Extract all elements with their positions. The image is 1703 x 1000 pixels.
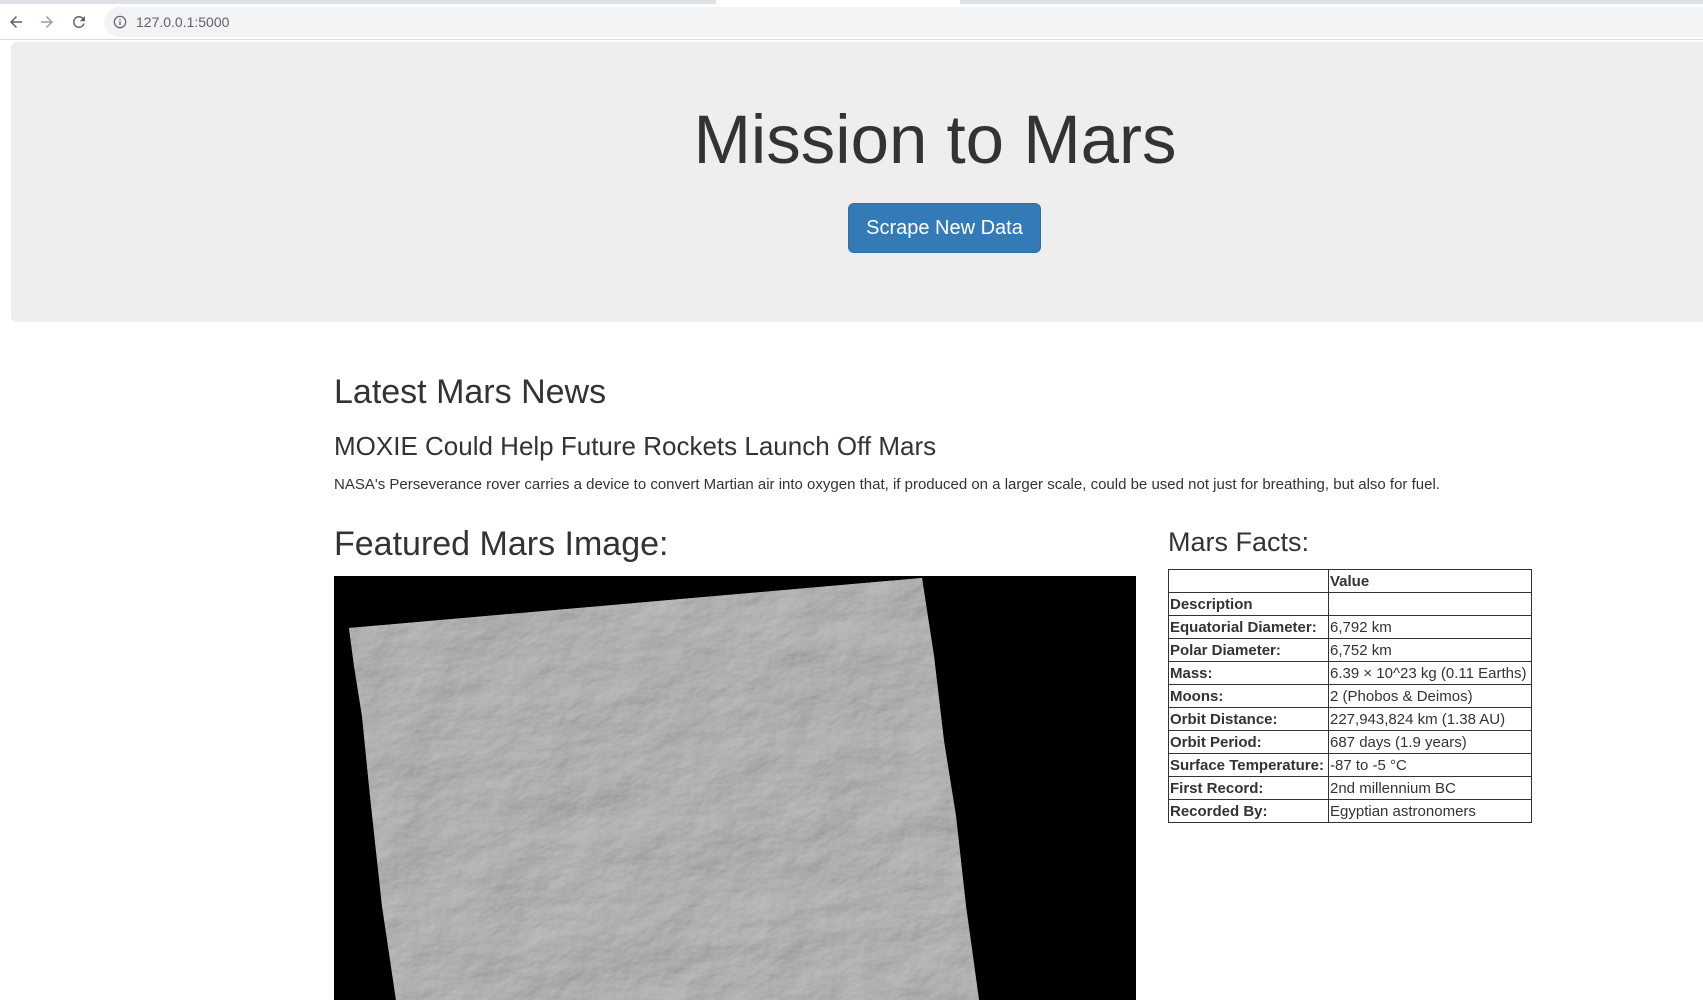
table-row: Equatorial Diameter: 6,792 km <box>1168 615 1532 639</box>
active-tab[interactable] <box>716 0 960 4</box>
latest-news-heading: Latest Mars News <box>334 373 607 411</box>
fact-value: Egyptian astronomers <box>1328 799 1532 823</box>
featured-image-heading: Featured Mars Image: <box>334 525 669 563</box>
back-arrow-icon[interactable] <box>4 10 28 34</box>
table-row: Polar Diameter: 6,752 km <box>1168 638 1532 662</box>
fact-value: 6,792 km <box>1328 615 1532 639</box>
browser-toolbar: 127.0.0.1:5000 <box>0 0 1703 40</box>
url-text: 127.0.0.1:5000 <box>136 14 230 30</box>
page-title: Mission to Mars <box>693 101 1177 178</box>
scrape-new-data-button[interactable]: Scrape New Data <box>848 203 1041 253</box>
table-row: Orbit Period: 687 days (1.9 years) <box>1168 730 1532 754</box>
table-row: Description <box>1168 592 1532 616</box>
table-row: Moons: 2 (Phobos & Deimos) <box>1168 684 1532 708</box>
table-header-cell: Value <box>1328 569 1532 593</box>
fact-value: 6,752 km <box>1328 638 1532 662</box>
fact-label: Surface Temperature: <box>1168 753 1329 777</box>
table-row: Orbit Distance: 227,943,824 km (1.38 AU) <box>1168 707 1532 731</box>
table-header-cell <box>1168 569 1329 593</box>
fact-label: Polar Diameter: <box>1168 638 1329 662</box>
mars-facts-heading: Mars Facts: <box>1168 527 1310 557</box>
table-row: Surface Temperature: -87 to -5 °C <box>1168 753 1532 777</box>
table-header-row: Value <box>1168 569 1532 593</box>
fact-value: 2 (Phobos & Deimos) <box>1328 684 1532 708</box>
featured-mars-image <box>334 576 1136 1000</box>
fact-value: 6.39 × 10^23 kg (0.11 Earths) <box>1328 661 1532 685</box>
news-paragraph: NASA's Perseverance rover carries a devi… <box>334 476 1440 493</box>
fact-label: Moons: <box>1168 684 1329 708</box>
fact-label: Recorded By: <box>1168 799 1329 823</box>
fact-label: First Record: <box>1168 776 1329 800</box>
info-icon[interactable] <box>112 14 128 30</box>
mars-facts-table: Value Description Equatorial Diameter: 6… <box>1168 569 1532 823</box>
table-row: First Record: 2nd millennium BC <box>1168 776 1532 800</box>
table-row: Mass: 6.39 × 10^23 kg (0.11 Earths) <box>1168 661 1532 685</box>
fact-label: Mass: <box>1168 661 1329 685</box>
fact-value <box>1328 592 1532 616</box>
tab-strip <box>0 0 1703 4</box>
reload-icon[interactable] <box>67 10 91 34</box>
fact-label: Orbit Distance: <box>1168 707 1329 731</box>
fact-label: Orbit Period: <box>1168 730 1329 754</box>
fact-value: 227,943,824 km (1.38 AU) <box>1328 707 1532 731</box>
table-row: Recorded By: Egyptian astronomers <box>1168 799 1532 823</box>
fact-label: Equatorial Diameter: <box>1168 615 1329 639</box>
address-bar[interactable]: 127.0.0.1:5000 <box>104 7 1703 37</box>
fact-label: Description <box>1168 592 1329 616</box>
fact-value: 2nd millennium BC <box>1328 776 1532 800</box>
fact-value: -87 to -5 °C <box>1328 753 1532 777</box>
jumbotron <box>11 42 1703 322</box>
news-title: MOXIE Could Help Future Rockets Launch O… <box>334 431 937 461</box>
fact-value: 687 days (1.9 years) <box>1328 730 1532 754</box>
forward-arrow-icon[interactable] <box>35 10 59 34</box>
